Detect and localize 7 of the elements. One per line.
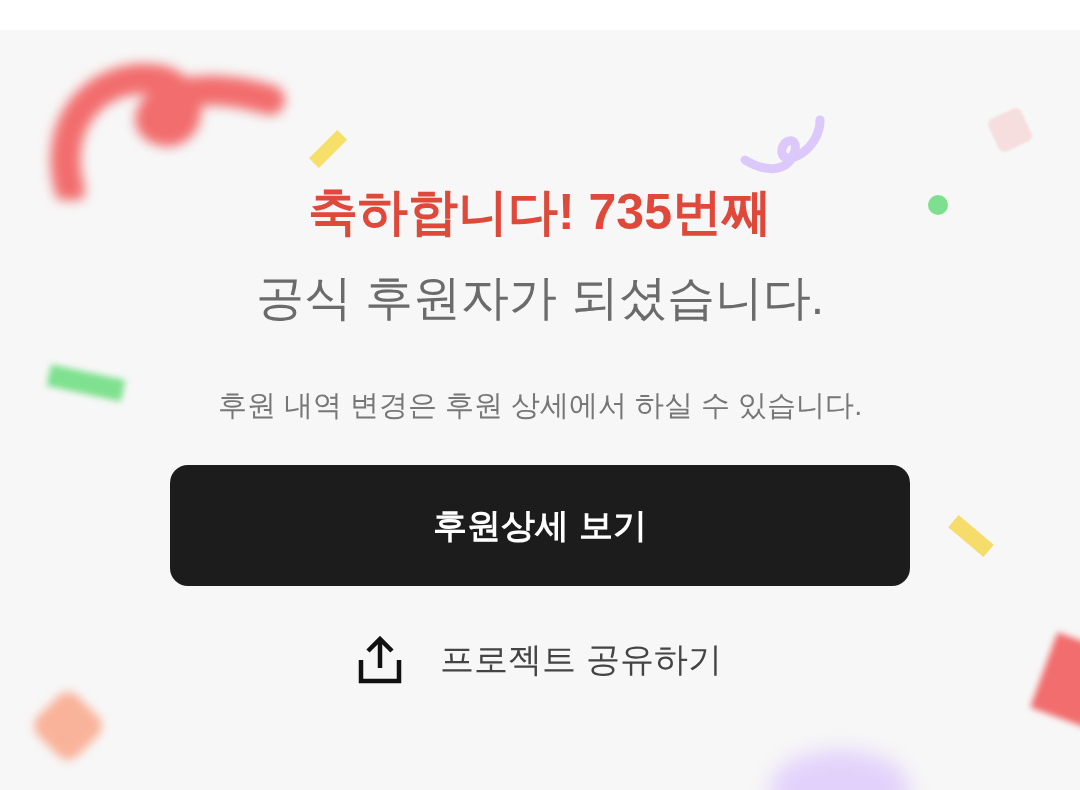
share-link[interactable]: 프로젝트 공유하기 (352, 633, 728, 686)
headline: 축하합니다! 735번째 (308, 183, 772, 242)
confetti-drawing (928, 195, 948, 215)
title: 공식 후원자가 되셨습니다. (256, 270, 824, 326)
subtitle: 후원 내역 변경은 후원 상세에서 하실 수 있습니다. (217, 388, 863, 423)
share-icon (358, 635, 403, 684)
details-button[interactable]: 후원상세 보기 (170, 465, 910, 586)
